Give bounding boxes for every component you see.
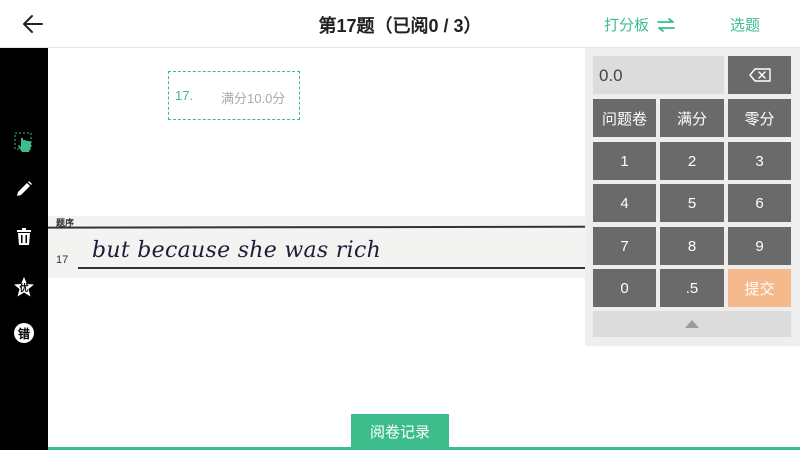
answer-number: 17. bbox=[175, 88, 194, 103]
key-6[interactable]: 6 bbox=[728, 184, 791, 222]
star-excellent-icon: 优 bbox=[13, 276, 35, 298]
backspace-button[interactable] bbox=[728, 56, 791, 94]
key-half[interactable]: .5 bbox=[660, 269, 724, 307]
key-7[interactable]: 7 bbox=[593, 227, 656, 265]
swap-icon bbox=[657, 17, 675, 32]
pencil-icon bbox=[17, 181, 32, 196]
wrong-label: 错 bbox=[17, 326, 30, 341]
full-score-hint: 满分10.0分 bbox=[221, 91, 286, 106]
current-score: 0.0 bbox=[599, 66, 623, 85]
hand-pointer-icon bbox=[14, 132, 32, 152]
marking-toolbar: 优 错 bbox=[0, 48, 48, 450]
scoreboard-label: 打分板 bbox=[604, 17, 650, 34]
score-display: 0.0 bbox=[593, 56, 724, 94]
marking-records-button[interactable]: 阅卷记录 bbox=[351, 414, 449, 448]
excellent-label: 优 bbox=[19, 284, 29, 294]
wrong-tool[interactable]: 错 bbox=[0, 318, 48, 348]
key-2[interactable]: 2 bbox=[660, 142, 724, 180]
key-8[interactable]: 8 bbox=[660, 227, 724, 265]
delete-tool[interactable] bbox=[0, 222, 48, 252]
pointer-tool[interactable] bbox=[0, 128, 48, 158]
excellent-tool[interactable]: 优 bbox=[0, 272, 48, 302]
collapse-keypad-button[interactable] bbox=[593, 311, 791, 337]
top-bar: 第17题（已阅0 / 3） 打分板 选题 bbox=[0, 0, 800, 48]
question-paper-button[interactable]: 问题卷 bbox=[593, 99, 656, 137]
full-mark-button[interactable]: 满分 bbox=[660, 99, 724, 137]
key-1[interactable]: 1 bbox=[593, 142, 656, 180]
handwritten-answer: but because she was rich bbox=[92, 238, 382, 263]
key-5[interactable]: 5 bbox=[660, 184, 724, 222]
answer-region-box[interactable]: 17. 满分10.0分 bbox=[168, 71, 300, 120]
zero-mark-button[interactable]: 零分 bbox=[728, 99, 791, 137]
chevron-up-icon bbox=[685, 320, 699, 328]
pencil-tool[interactable] bbox=[0, 174, 48, 204]
backspace-icon bbox=[748, 68, 771, 82]
wrong-mark-icon: 错 bbox=[14, 323, 34, 343]
scan-question-number: 17 bbox=[56, 254, 69, 266]
submit-button[interactable]: 提交 bbox=[728, 269, 791, 307]
back-button[interactable] bbox=[18, 10, 48, 38]
trash-icon bbox=[17, 228, 31, 245]
key-3[interactable]: 3 bbox=[728, 142, 791, 180]
score-keypad-panel: 0.0 问题卷 满分 零分 1 2 3 4 5 6 7 8 9 0 .5 提交 bbox=[585, 48, 800, 346]
scoreboard-toggle-button[interactable]: 打分板 bbox=[604, 14, 675, 35]
back-arrow-icon bbox=[23, 15, 43, 33]
key-4[interactable]: 4 bbox=[593, 184, 656, 222]
page-title: 第17题（已阅0 / 3） bbox=[318, 16, 482, 36]
key-9[interactable]: 9 bbox=[728, 227, 791, 265]
select-question-button[interactable]: 选题 bbox=[730, 14, 760, 35]
key-0[interactable]: 0 bbox=[593, 269, 656, 307]
